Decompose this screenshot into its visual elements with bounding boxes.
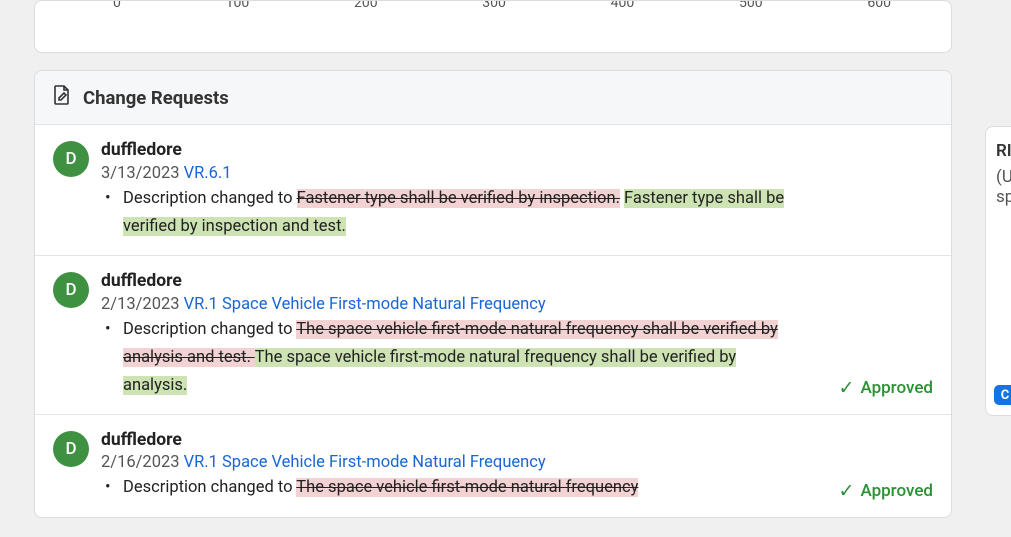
change-request-date: 2/13/2023 bbox=[101, 295, 184, 314]
change-request-description: Description changed to The space vehicle… bbox=[119, 316, 789, 400]
change-request-link[interactable]: VR.6.1 bbox=[184, 164, 232, 183]
right-panel-line-3: sp bbox=[996, 187, 1011, 207]
change-request-meta: 3/13/2023 VR.6.1 bbox=[101, 164, 933, 183]
check-icon: ✓ bbox=[839, 481, 855, 500]
change-request-date: 2/16/2023 bbox=[101, 453, 184, 472]
chart-card: 0 100 200 300 400 500 600 bbox=[34, 0, 952, 53]
card-header: Change Requests bbox=[35, 71, 951, 125]
tick-5: 500 bbox=[739, 0, 763, 11]
status-approved: ✓ Approved bbox=[839, 481, 933, 501]
change-request-meta: 2/16/2023 VR.1 Space Vehicle First-mode … bbox=[101, 453, 933, 472]
status-label: Approved bbox=[860, 378, 933, 398]
status-label: Approved bbox=[860, 481, 933, 501]
tick-3: 300 bbox=[482, 0, 506, 11]
diff-removed: Fastener type shall be verified by inspe… bbox=[297, 189, 620, 208]
change-prefix: Description changed to bbox=[123, 189, 297, 208]
tick-4: 400 bbox=[611, 0, 635, 11]
check-icon: ✓ bbox=[839, 378, 855, 397]
change-request-meta: 2/13/2023 VR.1 Space Vehicle First-mode … bbox=[101, 295, 933, 314]
edit-file-icon bbox=[53, 85, 71, 110]
change-prefix: Description changed to bbox=[123, 320, 296, 339]
status-approved: ✓ Approved bbox=[839, 378, 933, 398]
avatar: D bbox=[53, 141, 89, 177]
right-panel-badge[interactable]: C bbox=[994, 385, 1011, 405]
change-request-link[interactable]: VR.1 Space Vehicle First-mode Natural Fr… bbox=[184, 295, 546, 314]
change-request-date: 3/13/2023 bbox=[101, 164, 184, 183]
card-title: Change Requests bbox=[83, 87, 229, 109]
change-request-user: duffledore bbox=[101, 270, 933, 293]
tick-6: 600 bbox=[867, 0, 891, 11]
right-panel-line-1: RI bbox=[996, 141, 1011, 161]
change-request-user: duffledore bbox=[101, 139, 933, 162]
avatar: D bbox=[53, 272, 89, 308]
tick-0: 0 bbox=[113, 0, 121, 11]
right-panel: RI (U sp C bbox=[985, 126, 1011, 416]
change-request-item: Dduffledore 2/13/2023 VR.1 Space Vehicle … bbox=[35, 255, 951, 414]
chart-x-ticks: 0 100 200 300 400 500 600 bbox=[35, 0, 951, 11]
avatar: D bbox=[53, 431, 89, 467]
change-request-link[interactable]: VR.1 Space Vehicle First-mode Natural Fr… bbox=[184, 453, 546, 472]
change-requests-card: Change Requests Dduffledore 3/13/2023 VR.… bbox=[34, 70, 952, 518]
change-request-item: Dduffledore2/16/2023 VR.1 Space Vehicle … bbox=[35, 414, 951, 517]
tick-1: 100 bbox=[226, 0, 250, 11]
change-request-list: Dduffledore 3/13/2023 VR.6.1 Description c… bbox=[35, 125, 951, 517]
change-request-item: Dduffledore 3/13/2023 VR.6.1 Description c… bbox=[35, 125, 951, 255]
change-request-description: Description changed to Fastener type sha… bbox=[119, 185, 789, 241]
change-prefix: Description changed to bbox=[123, 478, 296, 497]
change-request-user: duffledore bbox=[101, 429, 933, 452]
change-request-description: Description changed to The space vehicle… bbox=[119, 474, 789, 502]
right-panel-line-2: (U bbox=[996, 167, 1011, 187]
tick-2: 200 bbox=[354, 0, 378, 11]
diff-removed: The space vehicle first-mode natural fre… bbox=[296, 478, 638, 497]
